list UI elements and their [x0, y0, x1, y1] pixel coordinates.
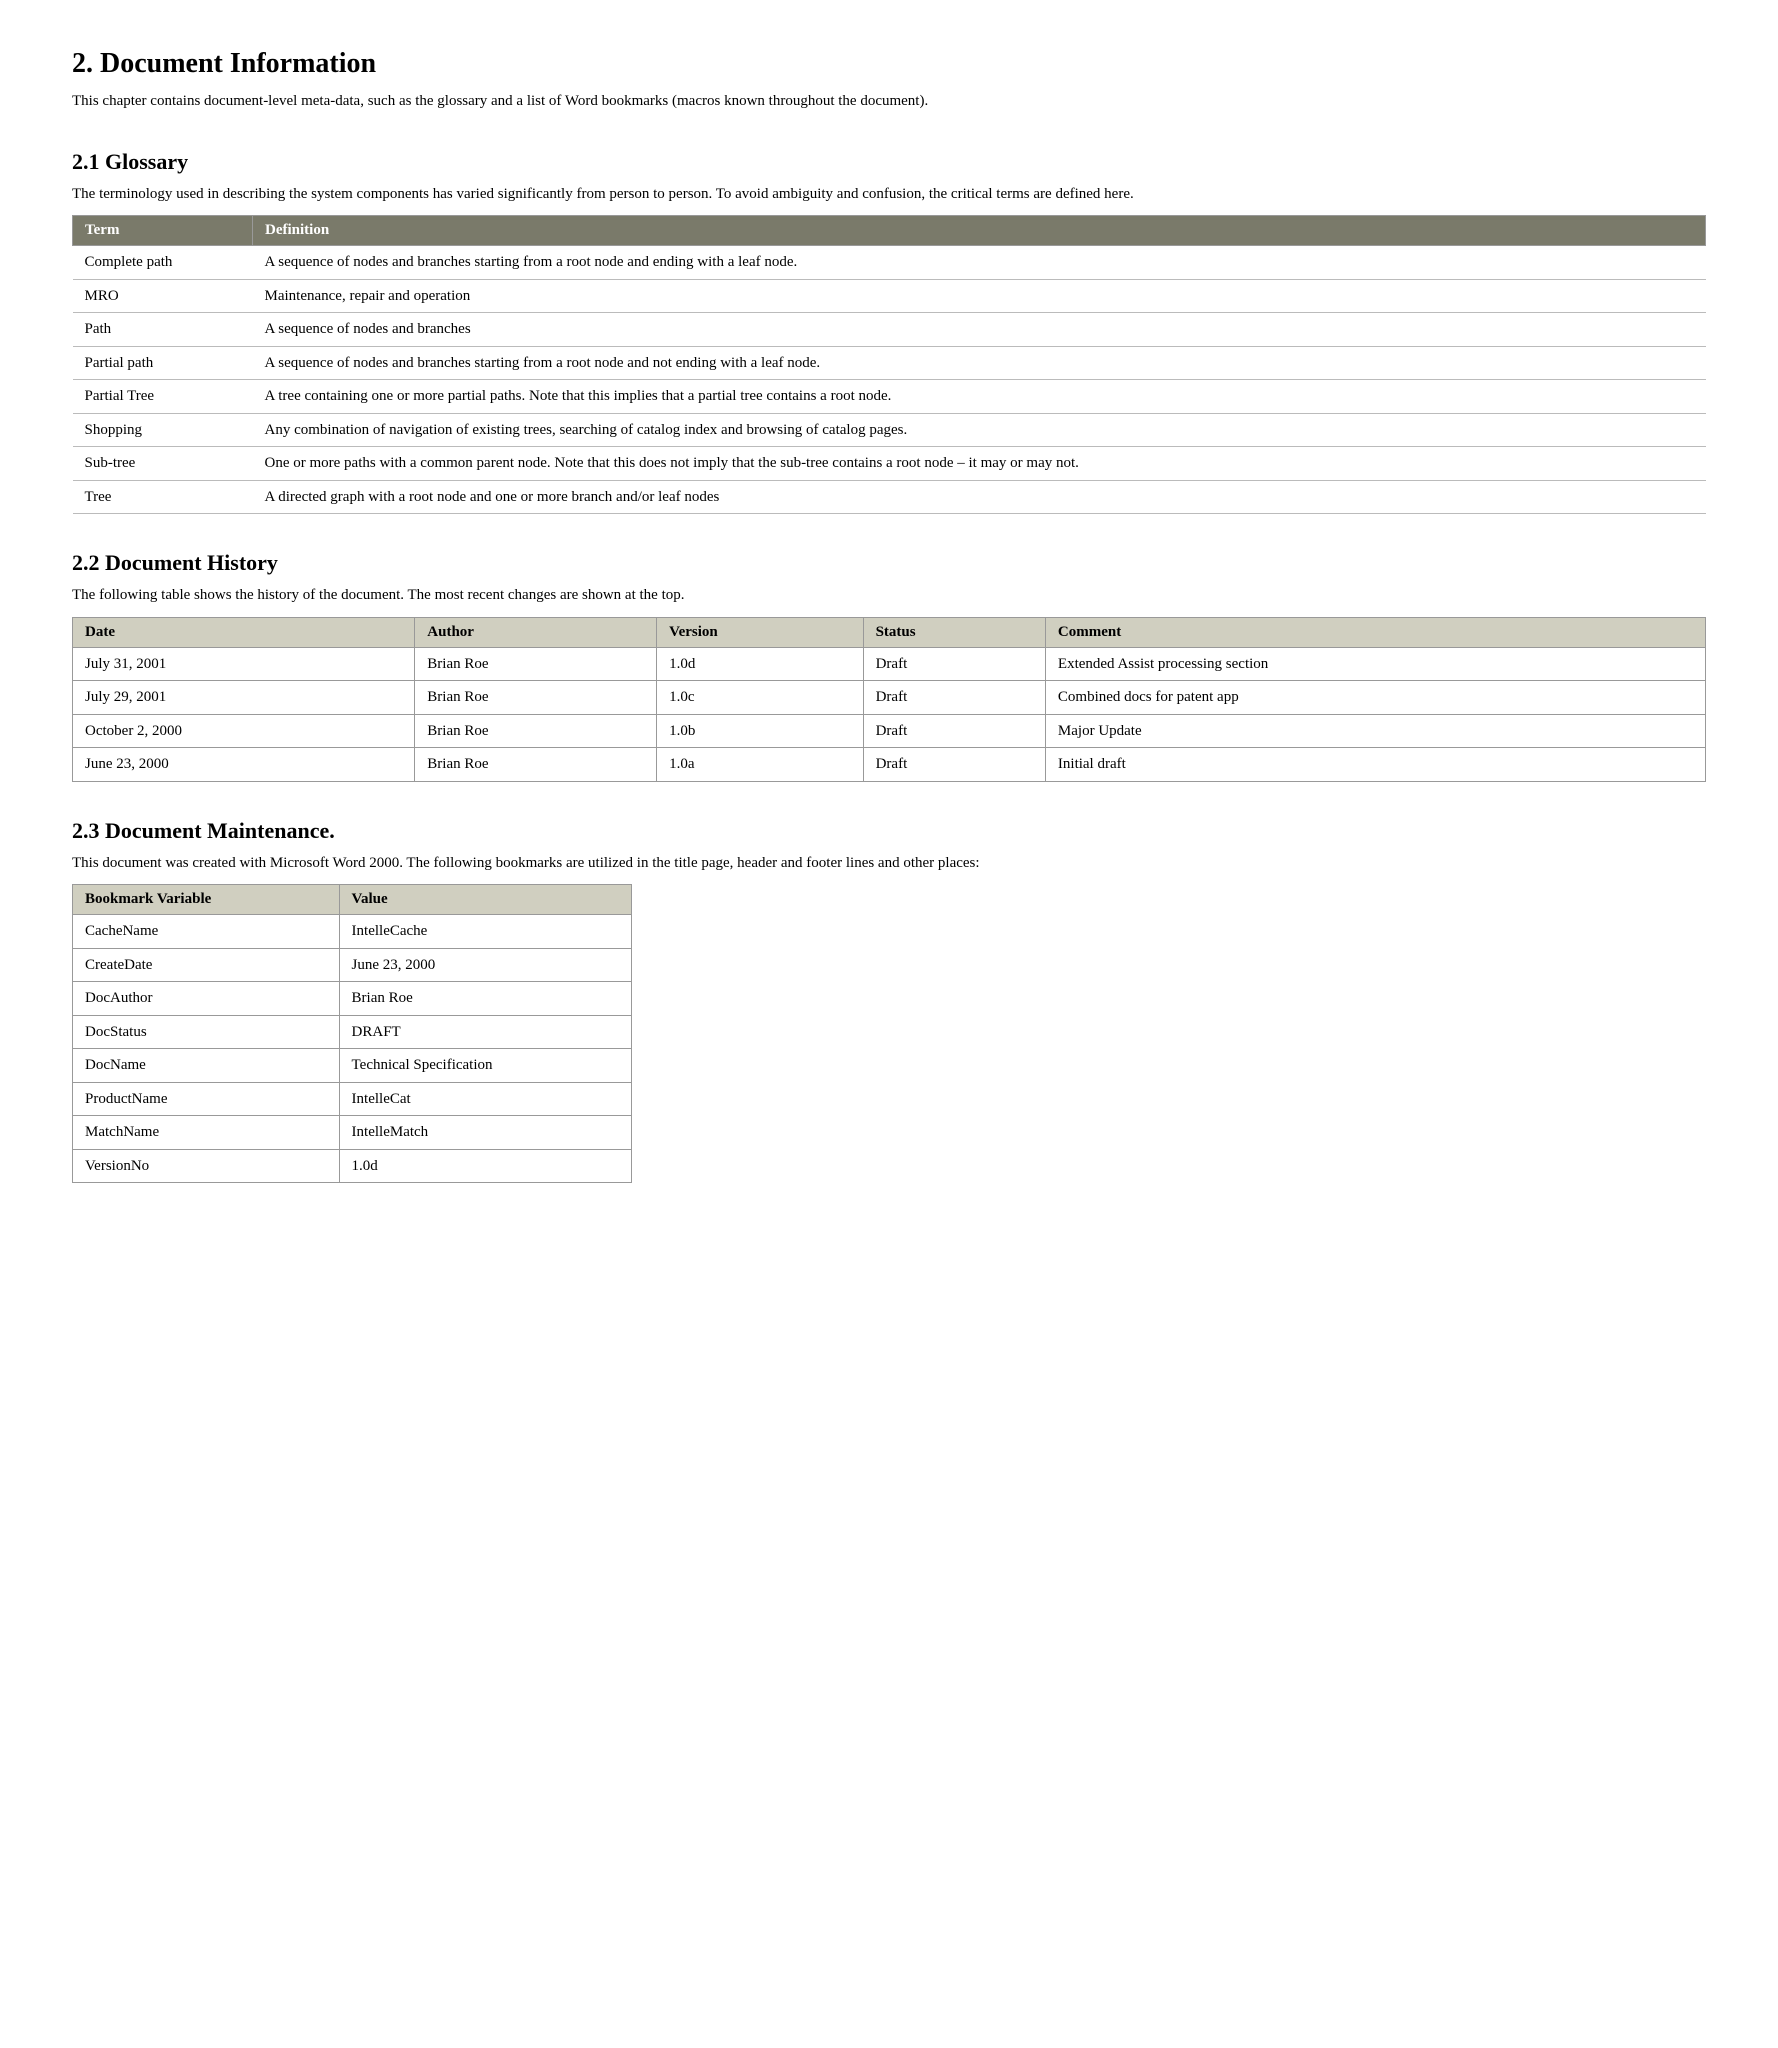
glossary-term: Tree: [73, 480, 253, 514]
section23-intro: This document was created with Microsoft…: [72, 852, 1706, 875]
glossary-term: Path: [73, 313, 253, 347]
glossary-row: Partial pathA sequence of nodes and bran…: [73, 346, 1706, 380]
bookmark-variable: CreateDate: [73, 948, 340, 982]
bookmark-value: June 23, 2000: [339, 948, 631, 982]
history-version: 1.0d: [657, 647, 863, 681]
bookmark-row: CreateDateJune 23, 2000: [73, 948, 632, 982]
bookmark-row: VersionNo1.0d: [73, 1149, 632, 1183]
bookmark-col-variable: Bookmark Variable: [73, 885, 340, 915]
glossary-row: Complete pathA sequence of nodes and bra…: [73, 246, 1706, 280]
history-version: 1.0b: [657, 714, 863, 748]
history-table: Date Author Version Status Comment July …: [72, 617, 1706, 782]
history-row: October 2, 2000Brian Roe1.0bDraftMajor U…: [73, 714, 1706, 748]
history-version: 1.0c: [657, 681, 863, 715]
bookmark-row: MatchNameIntelleMatch: [73, 1116, 632, 1150]
glossary-definition: One or more paths with a common parent n…: [253, 447, 1706, 481]
glossary-row: Sub-treeOne or more paths with a common …: [73, 447, 1706, 481]
glossary-row: PathA sequence of nodes and branches: [73, 313, 1706, 347]
glossary-term: Shopping: [73, 413, 253, 447]
history-comment: Major Update: [1045, 714, 1705, 748]
glossary-row: MROMaintenance, repair and operation: [73, 279, 1706, 313]
history-row: July 31, 2001Brian Roe1.0dDraftExtended …: [73, 647, 1706, 681]
history-col-date: Date: [73, 617, 415, 647]
section22-title: 2.2 Document History: [72, 550, 1706, 576]
glossary-row: TreeA directed graph with a root node an…: [73, 480, 1706, 514]
bookmark-value: DRAFT: [339, 1015, 631, 1049]
glossary-term: Sub-tree: [73, 447, 253, 481]
glossary-definition: Any combination of navigation of existin…: [253, 413, 1706, 447]
history-comment: Initial draft: [1045, 748, 1705, 782]
history-status: Draft: [863, 714, 1045, 748]
history-author: Brian Roe: [415, 714, 657, 748]
glossary-term: MRO: [73, 279, 253, 313]
bookmark-row: DocStatusDRAFT: [73, 1015, 632, 1049]
bookmark-col-value: Value: [339, 885, 631, 915]
history-author: Brian Roe: [415, 681, 657, 715]
history-author: Brian Roe: [415, 647, 657, 681]
section21-title: 2.1 Glossary: [72, 149, 1706, 175]
section23-title: 2.3 Document Maintenance.: [72, 818, 1706, 844]
history-author: Brian Roe: [415, 748, 657, 782]
history-comment: Extended Assist processing section: [1045, 647, 1705, 681]
glossary-col-definition: Definition: [253, 216, 1706, 246]
bookmark-value: Technical Specification: [339, 1049, 631, 1083]
section2-title: 2. Document Information: [72, 48, 1706, 80]
glossary-definition: A sequence of nodes and branches: [253, 313, 1706, 347]
history-col-comment: Comment: [1045, 617, 1705, 647]
section2-intro: This chapter contains document-level met…: [72, 90, 1706, 113]
history-row: July 29, 2001Brian Roe1.0cDraftCombined …: [73, 681, 1706, 715]
history-comment: Combined docs for patent app: [1045, 681, 1705, 715]
glossary-row: ShoppingAny combination of navigation of…: [73, 413, 1706, 447]
glossary-term: Partial Tree: [73, 380, 253, 414]
bookmark-variable: MatchName: [73, 1116, 340, 1150]
bookmark-variable: CacheName: [73, 915, 340, 949]
history-date: June 23, 2000: [73, 748, 415, 782]
bookmark-row: DocAuthorBrian Roe: [73, 982, 632, 1016]
bookmark-variable: ProductName: [73, 1082, 340, 1116]
glossary-definition: Maintenance, repair and operation: [253, 279, 1706, 313]
history-col-version: Version: [657, 617, 863, 647]
history-status: Draft: [863, 748, 1045, 782]
history-date: July 29, 2001: [73, 681, 415, 715]
bookmark-value: IntelleMatch: [339, 1116, 631, 1150]
section21-intro: The terminology used in describing the s…: [72, 183, 1706, 206]
bookmark-row: CacheNameIntelleCache: [73, 915, 632, 949]
glossary-term: Complete path: [73, 246, 253, 280]
bookmark-value: IntelleCache: [339, 915, 631, 949]
bookmark-value: IntelleCat: [339, 1082, 631, 1116]
bookmark-variable: DocStatus: [73, 1015, 340, 1049]
bookmark-variable: VersionNo: [73, 1149, 340, 1183]
bookmark-value: 1.0d: [339, 1149, 631, 1183]
history-col-status: Status: [863, 617, 1045, 647]
glossary-definition: A sequence of nodes and branches startin…: [253, 346, 1706, 380]
glossary-term: Partial path: [73, 346, 253, 380]
history-date: October 2, 2000: [73, 714, 415, 748]
glossary-col-term: Term: [73, 216, 253, 246]
bookmark-variable: DocName: [73, 1049, 340, 1083]
history-status: Draft: [863, 681, 1045, 715]
bookmark-row: ProductNameIntelleCat: [73, 1082, 632, 1116]
history-date: July 31, 2001: [73, 647, 415, 681]
history-status: Draft: [863, 647, 1045, 681]
glossary-table: Term Definition Complete pathA sequence …: [72, 215, 1706, 514]
bookmark-table: Bookmark Variable Value CacheNameIntelle…: [72, 884, 632, 1183]
glossary-row: Partial TreeA tree containing one or mor…: [73, 380, 1706, 414]
glossary-definition: A sequence of nodes and branches startin…: [253, 246, 1706, 280]
history-row: June 23, 2000Brian Roe1.0aDraftInitial d…: [73, 748, 1706, 782]
bookmark-variable: DocAuthor: [73, 982, 340, 1016]
history-version: 1.0a: [657, 748, 863, 782]
history-col-author: Author: [415, 617, 657, 647]
bookmark-value: Brian Roe: [339, 982, 631, 1016]
glossary-definition: A tree containing one or more partial pa…: [253, 380, 1706, 414]
section22-intro: The following table shows the history of…: [72, 584, 1706, 607]
bookmark-row: DocNameTechnical Specification: [73, 1049, 632, 1083]
glossary-definition: A directed graph with a root node and on…: [253, 480, 1706, 514]
